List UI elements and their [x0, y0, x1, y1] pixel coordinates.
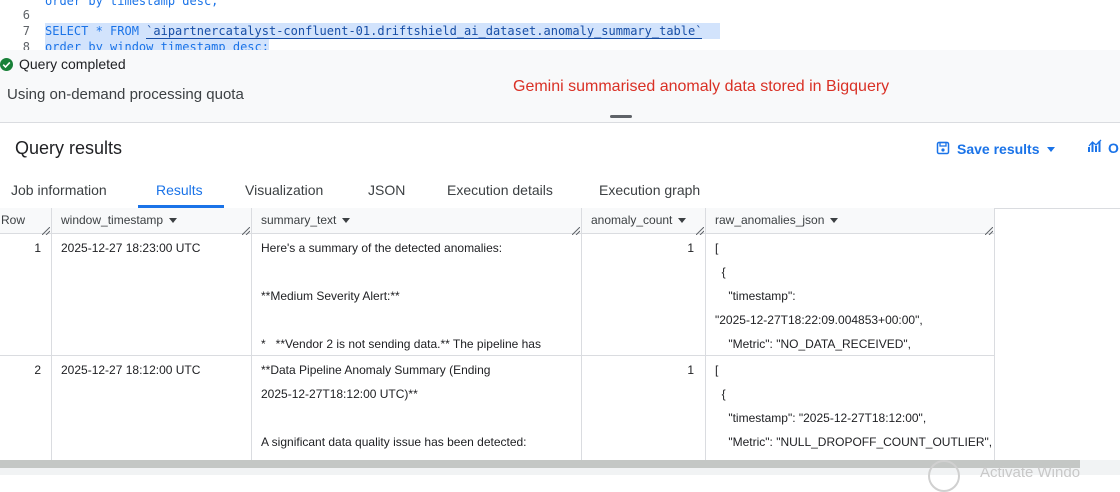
cell-window-timestamp: 2025-12-27 18:12:00 UTC — [61, 363, 201, 377]
cell-summary-line: A significant data quality issue has bee… — [261, 435, 527, 449]
cell-json-line: { — [715, 265, 726, 279]
sql-editor[interactable]: order by timestamp desc; 6 7 SELECT * FR… — [0, 0, 1120, 50]
chevron-down-icon — [678, 218, 687, 224]
check-circle-icon — [0, 58, 13, 71]
tab-visualization[interactable]: Visualization — [245, 172, 323, 208]
cell-json-line: "Metric": "NO_DATA_RECEIVED", — [715, 337, 911, 351]
code-line-6: 6 — [0, 7, 1120, 23]
column-header-anomaly-count[interactable]: anomaly_count — [591, 208, 687, 233]
column-resize-icon[interactable] — [41, 222, 51, 236]
column-divider — [51, 208, 52, 460]
results-tabs: Job information Results Visualization JS… — [0, 172, 1120, 209]
column-divider — [251, 208, 252, 460]
open-in-button[interactable]: O — [1088, 139, 1119, 156]
column-header-summary-text[interactable]: summary_text — [261, 208, 351, 233]
tab-json[interactable]: JSON — [368, 172, 405, 208]
code-text-selected: order by window_timestamp desc; — [45, 39, 269, 50]
table-header: Row window_timestamp summary_text anomal… — [0, 208, 994, 236]
cell-json-line: [ — [715, 241, 719, 255]
watermark-circle-icon — [928, 460, 960, 492]
chevron-down-icon — [1046, 146, 1055, 152]
query-status-area: Query completed Using on-demand processi… — [0, 50, 1120, 122]
cell-summary-line: Here's a summary of the detected anomali… — [261, 241, 503, 255]
results-table: Row window_timestamp summary_text anomal… — [0, 208, 1120, 460]
column-header-row[interactable]: Row — [1, 208, 25, 233]
line-number: 7 — [22, 24, 30, 38]
column-header-window-timestamp[interactable]: window_timestamp — [61, 208, 178, 233]
tab-execution-details[interactable]: Execution details — [447, 172, 553, 208]
save-results-label: Save results — [957, 141, 1040, 157]
query-completed-text: Query completed — [19, 56, 126, 72]
chevron-down-icon — [169, 218, 178, 224]
horizontal-scrollbar-thumb[interactable] — [0, 460, 1080, 468]
row-divider — [0, 355, 994, 356]
tab-job-information[interactable]: Job information — [11, 172, 107, 208]
cell-anomaly-count: 1 — [687, 241, 694, 255]
code-text-selected: SELECT * FROM `aipartnercatalyst-conflue… — [45, 23, 721, 39]
column-label: raw_anomalies_json — [715, 213, 825, 227]
chart-icon — [1088, 139, 1104, 156]
chevron-down-icon — [342, 218, 351, 224]
activate-windows-watermark: Activate Windo — [980, 464, 1081, 481]
cell-json-line: "timestamp": — [715, 289, 796, 303]
code-line-8: 8 order by window_timestamp desc; — [0, 39, 1120, 50]
column-label: summary_text — [261, 213, 337, 227]
column-header-raw-anomalies-json[interactable]: raw_anomalies_json — [715, 208, 839, 233]
column-label: Row — [1, 213, 26, 227]
cell-json-line: "timestamp": "2025-12-27T18:12:00", — [715, 411, 927, 425]
line-number: 8 — [22, 40, 30, 50]
column-resize-icon[interactable] — [241, 222, 251, 236]
cell-json-line: "2025-12-27T18:22:09.004853+00:00", — [715, 313, 923, 327]
annotation-text: Gemini summarised anomaly data stored in… — [513, 78, 890, 95]
sql-keyword-text: SELECT * FROM — [45, 24, 147, 38]
save-results-button[interactable]: Save results — [936, 139, 1055, 159]
cell-anomaly-count: 1 — [687, 363, 694, 377]
cell-json-line: [ — [715, 363, 719, 377]
save-icon — [936, 141, 950, 158]
chevron-down-icon — [830, 218, 839, 224]
column-label: window_timestamp — [61, 213, 164, 227]
results-header: Query results Save results O — [0, 122, 1120, 173]
column-divider — [705, 208, 706, 460]
cell-row-number: 1 — [34, 241, 41, 255]
cell-json-line: "Metric": "NULL_DROPOFF_COUNT_OUTLIER", — [715, 435, 993, 449]
processing-quota-text: Using on-demand processing quota — [7, 86, 244, 103]
column-divider — [994, 208, 995, 460]
column-label: anomaly_count — [591, 213, 673, 227]
column-resize-icon[interactable] — [984, 222, 994, 236]
code-line-7: 7 SELECT * FROM `aipartnercatalyst-confl… — [0, 23, 1120, 39]
column-resize-icon[interactable] — [695, 222, 705, 236]
panel-resize-handle[interactable] — [610, 115, 632, 118]
cell-summary-line: **Medium Severity Alert:** — [261, 289, 400, 303]
tab-execution-graph[interactable]: Execution graph — [599, 172, 700, 208]
cell-summary-line: **Data Pipeline Anomaly Summary (Ending — [261, 363, 491, 377]
cell-summary-line: * **Vendor 2 is not sending data.** The … — [261, 337, 541, 351]
cell-summary-line: 2025-12-27T18:12:00 UTC)** — [261, 387, 418, 401]
line-number: 6 — [22, 8, 30, 22]
open-in-label: O — [1108, 139, 1119, 156]
tab-results[interactable]: Results — [156, 172, 203, 208]
table-reference-link[interactable]: `aipartnercatalyst-confluent-01.driftshi… — [146, 24, 703, 39]
cell-json-line: { — [715, 387, 726, 401]
column-resize-icon[interactable] — [571, 222, 581, 236]
cell-window-timestamp: 2025-12-27 18:23:00 UTC — [61, 241, 201, 255]
results-title: Query results — [15, 138, 123, 158]
cell-row-number: 2 — [34, 363, 41, 377]
